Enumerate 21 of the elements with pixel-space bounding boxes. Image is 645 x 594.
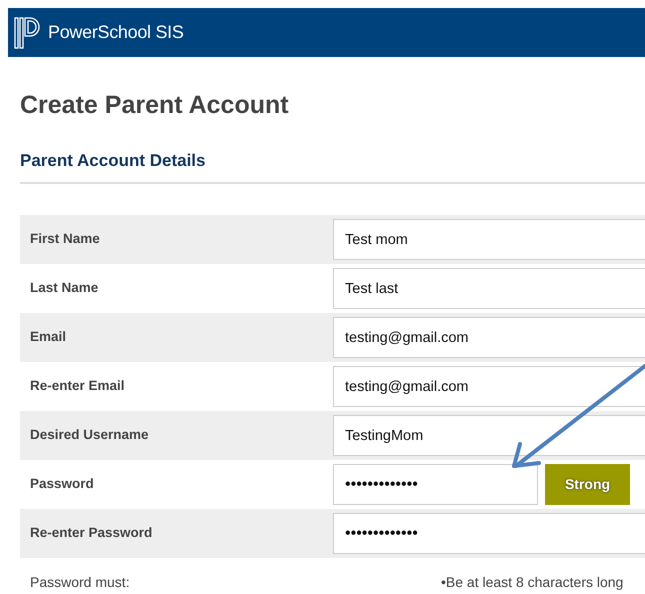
input-field[interactable]: Test last [333,268,645,309]
field-label: First Name [29,230,101,248]
input-field[interactable]: testing@gmail.com [333,366,645,407]
input-field[interactable]: Test mom [333,219,645,260]
section-title: Parent Account Details [20,150,206,172]
field-label: Password [29,475,95,494]
password-rule: •Be at least 8 characters long [441,573,624,592]
field-label: Re-enter Email [29,377,126,396]
password-field[interactable]: ••••••••••••• [333,464,538,505]
field-label: Desired Username [29,426,150,444]
field-label: Last Name [29,279,100,298]
field-label: Re-enter Password [29,524,154,542]
app-title: PowerSchool SIS [48,21,184,44]
page-title: Create Parent Account [20,90,290,120]
strength-indicator: Strong [545,464,630,505]
password-field[interactable]: ••••••••••••• [333,513,645,554]
password-rules-label: Password must: [29,573,131,592]
input-field[interactable]: testing@gmail.com [333,317,645,358]
logo-icon [14,16,40,48]
input-field[interactable]: TestingMom [333,415,645,456]
field-label: Email [29,328,68,346]
